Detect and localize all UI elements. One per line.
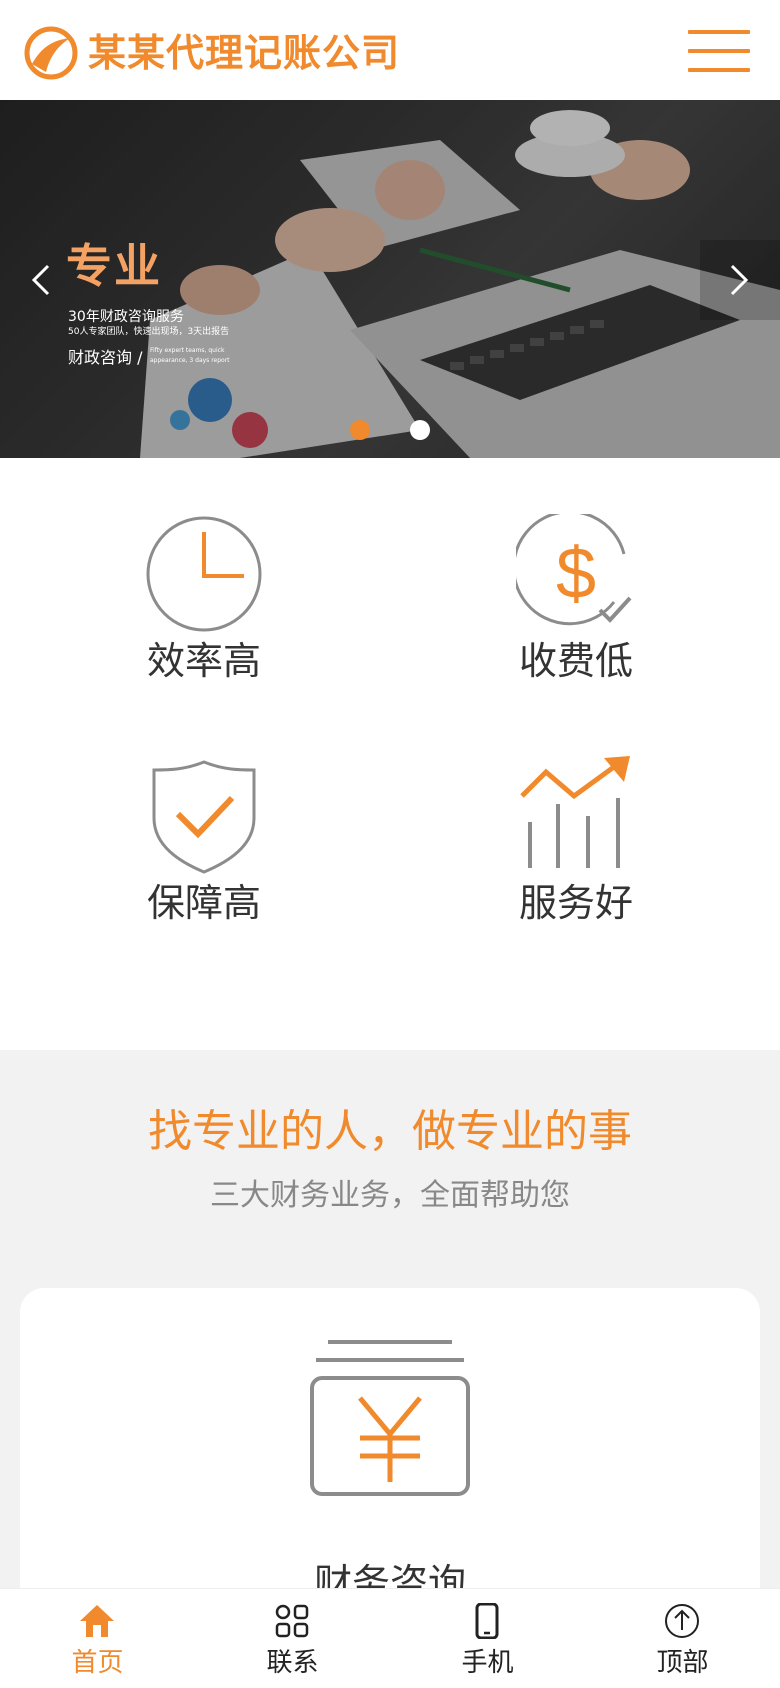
banner-carousel[interactable]: 专业 30年财政咨询服务 50人专家团队，快速出现场，3天出报告 财政咨询 / … [0,100,780,458]
section-title: 找专业的人，做专业的事 [148,1106,632,1157]
feature-label: 服务好 [518,881,633,925]
nav-label: 手机 [461,1648,514,1678]
page: 某某代理记账公司 专业 30年财政咨询服务 50人专家团队，快速出现场，3天出报… [0,0,780,1688]
carousel-dot[interactable] [410,420,430,440]
feature-item[interactable]: $ 收费低 [456,514,696,714]
bottom-nav: 首页 联系 手机 顶部 [0,1588,780,1688]
svg-text:$: $ [556,534,596,614]
phone-icon [475,1603,499,1639]
banner-tagline-en: Fifty expert teams, quick appearance, 3 … [150,347,230,364]
banner-tagline: 财政咨询 / [68,348,143,367]
chevron-left-icon[interactable] [26,260,56,300]
feature-item[interactable]: 保障高 [84,756,324,956]
header: 某某代理记账公司 [0,0,780,100]
feature-item[interactable]: 服务好 [456,756,696,956]
nav-top[interactable]: 顶部 [585,1589,780,1688]
menu-bar-icon [688,68,750,72]
home-icon [80,1605,114,1637]
chevron-right-icon[interactable] [724,260,754,300]
yen-box-icon [310,1340,470,1496]
dollar-check-icon: $ [516,514,632,626]
banner-title: 专业 [66,239,162,293]
section-subtitle: 三大财务业务，全面帮助您 [210,1178,570,1213]
nav-mobile[interactable]: 手机 [390,1589,585,1688]
feature-label: 收费低 [518,639,633,683]
menu-button[interactable] [688,30,750,72]
company-name[interactable]: 某某代理记账公司 [88,28,400,78]
banner-subtitle: 30年财政咨询服务 [68,309,184,325]
banner-description: 50人专家团队，快速出现场，3天出报告 [68,327,230,337]
feature-label: 保障高 [146,881,261,925]
growth-chart-icon [520,756,630,868]
clock-icon [146,516,262,632]
nav-label: 顶部 [656,1648,709,1678]
nav-label: 联系 [266,1648,319,1678]
arrow-up-circle-icon [665,1604,699,1638]
shield-check-icon [152,760,256,874]
logo-icon [24,26,78,80]
nav-home[interactable]: 首页 [0,1589,195,1688]
nav-contact[interactable]: 联系 [195,1589,390,1688]
grid-icon [275,1604,309,1638]
menu-bar-icon [688,49,750,53]
feature-item[interactable]: 效率高 [84,514,324,714]
feature-label: 效率高 [146,639,261,683]
features-grid: 效率高 $ 收费低 保障高 服务好 [0,458,780,1050]
menu-bar-icon [688,30,750,34]
carousel-dot-active[interactable] [350,420,370,440]
nav-label: 首页 [71,1648,124,1678]
